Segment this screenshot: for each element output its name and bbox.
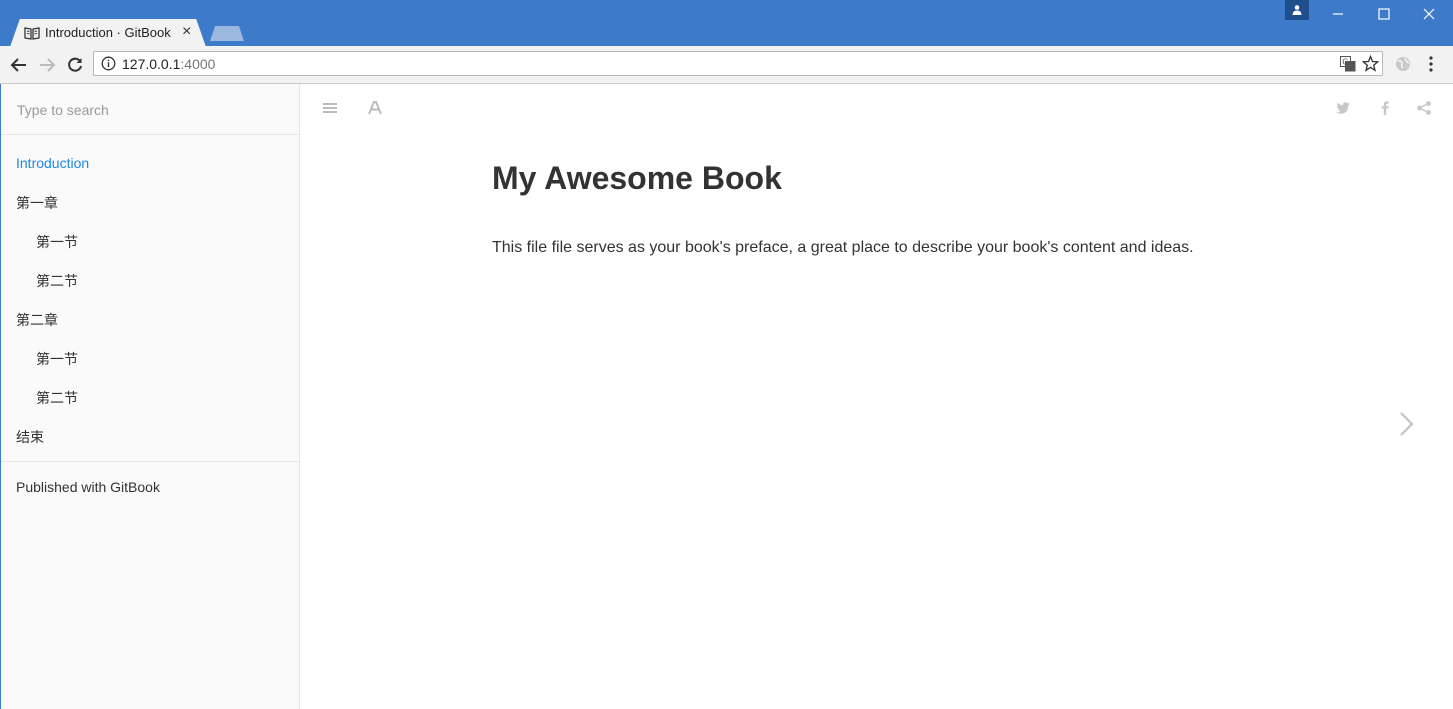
forward-button[interactable] xyxy=(37,55,57,75)
svg-text:G: G xyxy=(1342,58,1348,67)
summary-item-introduction[interactable]: Introduction xyxy=(16,155,89,171)
person-icon xyxy=(1292,5,1302,15)
summary-item-chapter-2[interactable]: 第二章 xyxy=(16,310,58,330)
reload-button[interactable] xyxy=(65,55,85,75)
sidebar-divider xyxy=(1,461,300,462)
page-paragraph: This file file serves as your book's pre… xyxy=(492,239,1194,256)
tab-close-icon[interactable]: × xyxy=(182,23,191,41)
book-icon xyxy=(24,25,40,41)
address-bar[interactable]: 127.0.0.1:4000 G xyxy=(93,51,1383,76)
menu-dots-icon[interactable] xyxy=(1428,56,1434,77)
book-search xyxy=(1,84,300,135)
close-window-button[interactable] xyxy=(1407,0,1453,28)
summary-item-chapter-1-section-2[interactable]: 第二节 xyxy=(36,271,78,291)
summary-item-chapter-1-section-1[interactable]: 第一节 xyxy=(36,232,78,252)
summary-item-end[interactable]: 结束 xyxy=(16,427,44,447)
search-input[interactable] xyxy=(15,99,289,121)
extension-globe-icon[interactable] xyxy=(1395,56,1411,77)
browser-toolbar: 127.0.0.1:4000 G xyxy=(0,46,1453,84)
toggle-sidebar-icon[interactable] xyxy=(322,100,342,118)
book-header xyxy=(301,84,1453,134)
tab-title: Introduction · GitBook xyxy=(45,25,171,40)
profile-button[interactable] xyxy=(1285,0,1309,20)
new-tab-button[interactable] xyxy=(210,26,244,41)
minimize-button[interactable] xyxy=(1316,0,1362,28)
summary-item-chapter-2-section-2[interactable]: 第二节 xyxy=(36,388,78,408)
reload-icon xyxy=(68,57,82,72)
page-title: My Awesome Book xyxy=(492,160,782,196)
published-with-gitbook-link[interactable]: Published with GitBook xyxy=(16,479,160,495)
summary-item-chapter-1[interactable]: 第一章 xyxy=(16,193,58,213)
url-text: 127.0.0.1:4000 xyxy=(122,56,216,72)
bookmark-star-icon[interactable] xyxy=(1361,54,1380,77)
font-settings-icon[interactable] xyxy=(367,100,387,118)
minimize-icon xyxy=(1333,13,1343,15)
forward-arrow-icon xyxy=(40,58,56,72)
close-icon xyxy=(1423,8,1435,20)
browser-tab[interactable]: Introduction · GitBook × xyxy=(10,19,206,47)
twitter-icon[interactable] xyxy=(1335,100,1355,118)
next-page-chevron-icon[interactable] xyxy=(1398,410,1416,443)
book-summary-sidebar: Introduction 第一章 第一节 第二节 第二章 第一节 第二节 结束 … xyxy=(0,84,300,709)
facebook-icon[interactable] xyxy=(1377,100,1397,118)
browser-titlebar: Introduction · GitBook × xyxy=(0,0,1453,47)
share-icon[interactable] xyxy=(1416,100,1436,118)
info-icon[interactable] xyxy=(101,56,116,76)
maximize-icon xyxy=(1378,8,1390,20)
summary-item-chapter-2-section-1[interactable]: 第一节 xyxy=(36,349,78,369)
translate-icon[interactable]: G xyxy=(1340,56,1356,77)
maximize-button[interactable] xyxy=(1362,0,1408,28)
back-arrow-icon xyxy=(10,58,26,72)
back-button[interactable] xyxy=(9,55,29,75)
